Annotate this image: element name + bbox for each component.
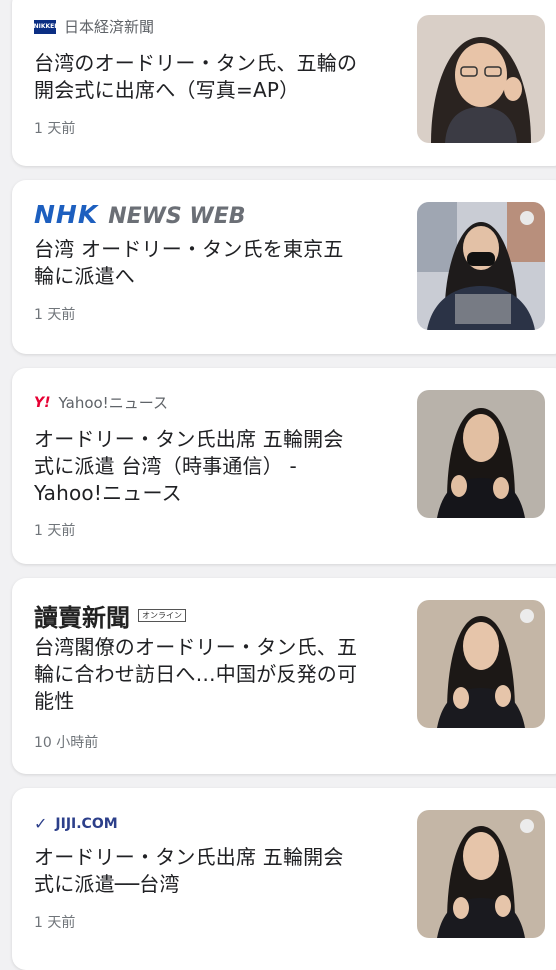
title-line: オードリー・タン氏出席 五輪開会 (34, 427, 344, 451)
news-card-2[interactable]: NHK NEWS WEB 台湾 オードリー・タン氏を東京五 輪に派遣へ 1 天前 (12, 180, 556, 354)
source-name: Yahoo!ニュース (58, 394, 168, 412)
portrait-photo-icon (417, 15, 545, 143)
source-row: 讀賣新聞 オンライン (34, 598, 186, 633)
publish-time: 1 天前 (34, 915, 76, 931)
source-row: Y! Yahoo!ニュース (34, 392, 168, 413)
title-line: 開会式に出席へ（写真=AP） (34, 78, 300, 102)
publish-time: 1 天前 (34, 307, 76, 323)
title-line: 式に派遣 台湾（時事通信） - (34, 454, 297, 478)
portrait-photo-icon (417, 600, 545, 728)
news-web-logo: NEWS WEB (108, 204, 246, 229)
yahoo-logo-icon: Y! (34, 394, 51, 411)
article-title[interactable]: 台湾のオードリー・タン氏、五輪の 開会式に出席へ（写真=AP） (34, 50, 394, 104)
nikkei-logo-icon: NIKKEI (34, 19, 56, 34)
title-line: オードリー・タン氏出席 五輪開会 (34, 845, 344, 869)
news-card-1[interactable]: NIKKEI 日本経済新聞 台湾のオードリー・タン氏、五輪の 開会式に出席へ（写… (12, 0, 556, 166)
article-thumbnail[interactable] (417, 810, 545, 938)
title-line: 式に派遣──台湾 (34, 872, 180, 896)
source-row: ✓ JIJI.COM (34, 814, 118, 833)
portrait-photo-icon (417, 202, 545, 330)
source-row: NIKKEI 日本経済新聞 (34, 16, 154, 37)
source-name: JIJI.COM (55, 815, 118, 832)
news-card-3[interactable]: Y! Yahoo!ニュース オードリー・タン氏出席 五輪開会 式に派遣 台湾（時… (12, 368, 556, 564)
title-line: 輪に合わせ訪日へ…中国が反発の可 (34, 662, 358, 686)
source-name: 日本経済新聞 (64, 18, 155, 36)
title-line: 能性 (34, 689, 75, 713)
article-thumbnail[interactable] (417, 15, 545, 143)
article-thumbnail[interactable] (417, 202, 545, 330)
nhk-logo: NHK (34, 200, 99, 229)
publish-time: 10 小時前 (34, 735, 99, 751)
title-line: 台湾 オードリー・タン氏を東京五 (34, 237, 344, 261)
title-line: 台湾閣僚のオードリー・タン氏、五 (34, 635, 358, 659)
yomiuri-logo: 讀賣新聞 (34, 603, 130, 632)
news-card-5[interactable]: ✓ JIJI.COM オードリー・タン氏出席 五輪開会 式に派遣──台湾 1 天… (12, 788, 556, 970)
portrait-photo-icon (417, 810, 545, 938)
article-title[interactable]: オードリー・タン氏出席 五輪開会 式に派遣 台湾（時事通信） - Yahoo!ニ… (34, 426, 394, 507)
article-title[interactable]: 台湾閣僚のオードリー・タン氏、五 輪に合わせ訪日へ…中国が反発の可 能性 (34, 634, 394, 715)
source-row: NHK NEWS WEB (34, 200, 246, 229)
article-thumbnail[interactable] (417, 600, 545, 728)
portrait-photo-icon (417, 390, 545, 518)
article-title[interactable]: オードリー・タン氏出席 五輪開会 式に派遣──台湾 (34, 844, 394, 898)
title-line: 台湾のオードリー・タン氏、五輪の (34, 51, 358, 75)
publish-time: 1 天前 (34, 523, 76, 539)
article-thumbnail[interactable] (417, 390, 545, 518)
title-line: 輪に派遣へ (34, 264, 135, 288)
article-title[interactable]: 台湾 オードリー・タン氏を東京五 輪に派遣へ (34, 236, 394, 290)
publish-time: 1 天前 (34, 121, 76, 137)
jiji-logo-icon: ✓ (34, 814, 48, 833)
title-line: Yahoo!ニュース (34, 481, 182, 505)
news-card-4[interactable]: 讀賣新聞 オンライン 台湾閣僚のオードリー・タン氏、五 輪に合わせ訪日へ…中国が… (12, 578, 556, 774)
online-tag: オンライン (138, 609, 186, 622)
